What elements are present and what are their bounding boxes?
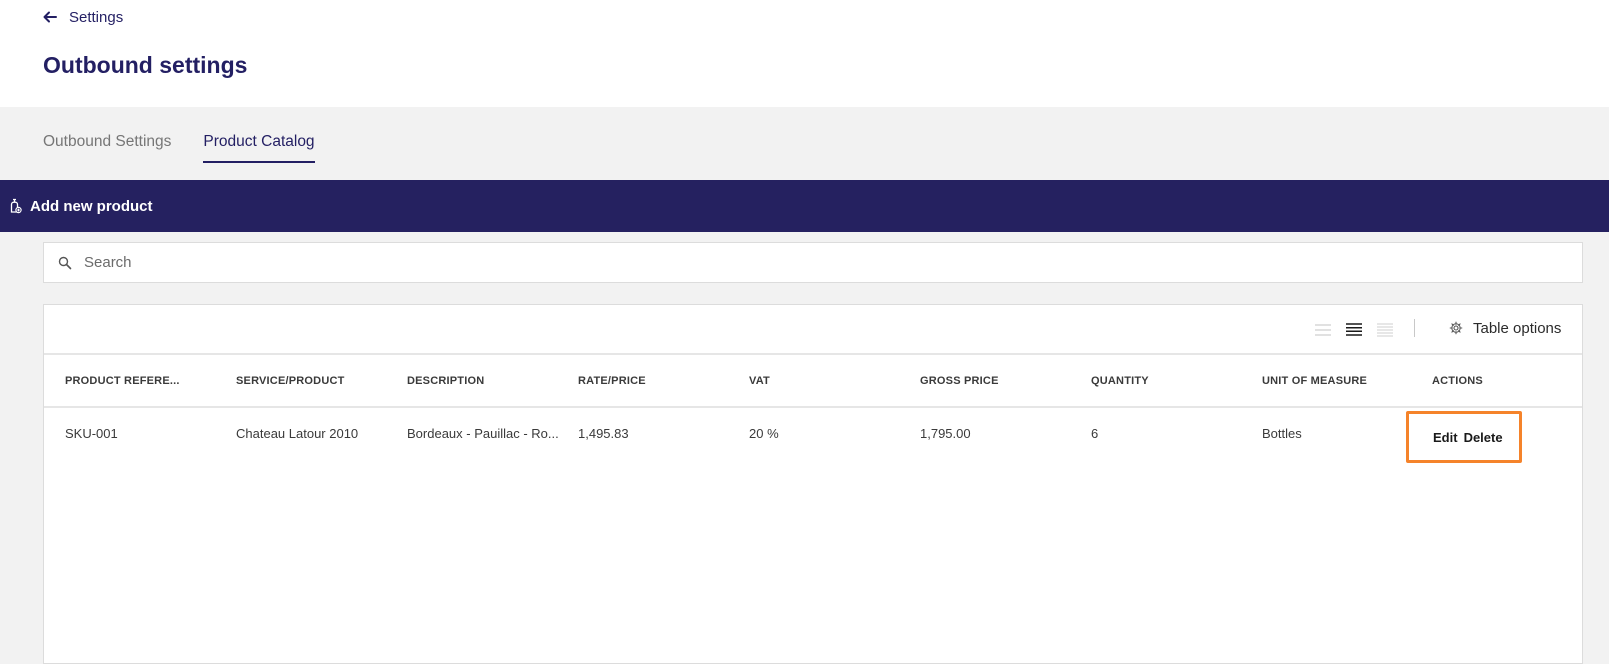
column-header-reference[interactable]: PRODUCT REFERE... bbox=[65, 375, 215, 387]
cell-unit: Bottles bbox=[1262, 426, 1302, 441]
product-table: Table options PRODUCT REFERE... SERVICE/… bbox=[43, 304, 1583, 664]
add-new-product-label: Add new product bbox=[30, 197, 153, 215]
cell-reference: SKU-001 bbox=[65, 426, 118, 441]
product-add-icon bbox=[10, 198, 22, 214]
table-header: PRODUCT REFERE... SERVICE/PRODUCT DESCRI… bbox=[44, 355, 1582, 408]
delete-button[interactable]: Delete bbox=[1464, 430, 1503, 445]
density-comfortable-button[interactable] bbox=[1376, 322, 1394, 338]
rows-compact-icon bbox=[1315, 324, 1331, 336]
table-toolbar: Table options bbox=[44, 305, 1582, 355]
tab-outbound-settings[interactable]: Outbound Settings bbox=[43, 132, 171, 163]
cell-rate: 1,495.83 bbox=[578, 426, 629, 441]
table-options-button[interactable]: Table options bbox=[1449, 317, 1561, 339]
column-header-service[interactable]: SERVICE/PRODUCT bbox=[236, 375, 386, 387]
column-header-actions: ACTIONS bbox=[1432, 375, 1483, 387]
tab-bar: Outbound Settings Product Catalog bbox=[43, 132, 347, 164]
arrow-left-icon bbox=[43, 11, 57, 23]
tab-product-catalog[interactable]: Product Catalog bbox=[203, 132, 315, 163]
column-header-quantity[interactable]: QUANTITY bbox=[1091, 375, 1241, 387]
column-header-unit[interactable]: UNIT OF MEASURE bbox=[1262, 375, 1412, 387]
add-new-product-button[interactable]: Add new product bbox=[0, 180, 1609, 232]
page-header: Settings Outbound settings bbox=[0, 0, 1609, 107]
page-title: Outbound settings bbox=[43, 52, 248, 78]
column-header-gross-price[interactable]: GROSS PRICE bbox=[920, 375, 1070, 387]
cell-service: Chateau Latour 2010 bbox=[236, 426, 359, 441]
cell-gross-price: 1,795.00 bbox=[920, 426, 971, 441]
back-link-label: Settings bbox=[69, 8, 124, 26]
rows-standard-icon bbox=[1346, 323, 1362, 336]
table-options-label: Table options bbox=[1473, 319, 1562, 337]
table-row[interactable]: SKU-001 Chateau Latour 2010 Bordeaux - P… bbox=[44, 408, 1582, 463]
toolbar-divider bbox=[1414, 319, 1415, 337]
search-input[interactable] bbox=[84, 244, 1582, 281]
gear-icon bbox=[1449, 321, 1463, 335]
back-to-settings-link[interactable]: Settings bbox=[43, 6, 123, 28]
rows-dense-icon bbox=[1377, 323, 1393, 337]
row-actions: Edit Delete bbox=[1406, 411, 1522, 463]
cell-description: Bordeaux - Pauillac - Ro... bbox=[407, 426, 559, 441]
column-header-description[interactable]: DESCRIPTION bbox=[407, 375, 557, 387]
column-header-rate[interactable]: RATE/PRICE bbox=[578, 375, 728, 387]
density-standard-button[interactable] bbox=[1345, 322, 1363, 338]
cell-quantity: 6 bbox=[1091, 426, 1099, 441]
search-icon bbox=[58, 256, 72, 269]
edit-button[interactable]: Edit bbox=[1433, 430, 1458, 445]
column-header-vat[interactable]: VAT bbox=[749, 375, 899, 387]
density-compact-button[interactable] bbox=[1314, 322, 1332, 338]
cell-vat: 20 % bbox=[749, 426, 779, 441]
search-box bbox=[43, 242, 1583, 283]
